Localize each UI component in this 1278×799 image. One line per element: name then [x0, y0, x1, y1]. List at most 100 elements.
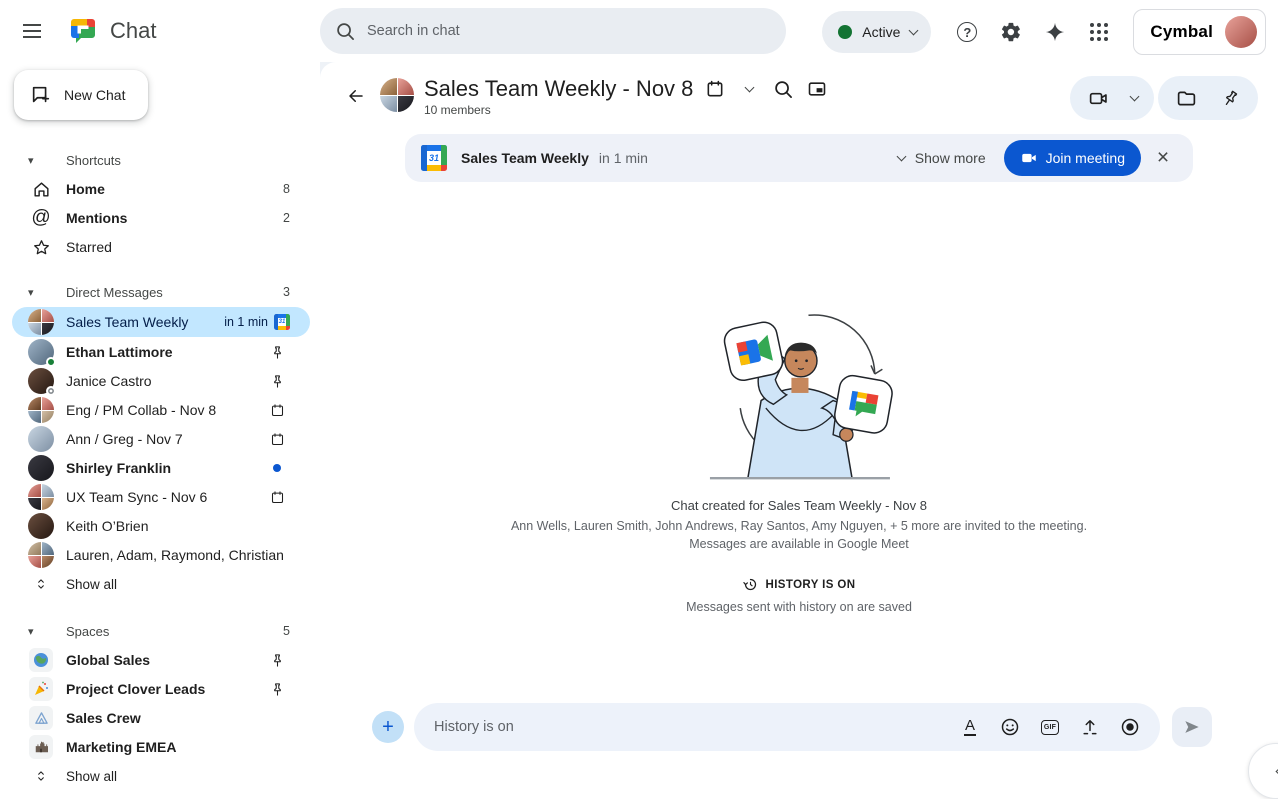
status-selector[interactable]: Active — [822, 11, 931, 53]
group-avatar — [28, 397, 54, 423]
chat-header: Sales Team Weekly - Nov 8 10 members — [320, 62, 1278, 128]
google-chat-logo-icon — [68, 16, 98, 46]
search-input[interactable] — [367, 23, 770, 39]
gif-button[interactable]: GIF — [1034, 711, 1066, 743]
dm-item-ethan-lattimore[interactable]: Ethan Lattimore — [12, 338, 310, 366]
space-item-project-clover-leads[interactable]: Project Clover Leads — [12, 675, 310, 703]
item-label: Lauren, Adam, Raymond, Christian — [66, 547, 290, 563]
format-text-button[interactable]: A — [954, 711, 986, 743]
google-apps-button[interactable] — [1079, 12, 1119, 52]
dismiss-banner-button[interactable]: × — [1143, 138, 1183, 178]
history-status: HISTORY IS ON — [743, 577, 856, 592]
chat-group-avatar — [380, 78, 414, 112]
pinned-messages-button[interactable] — [1208, 76, 1252, 120]
calendar-icon — [264, 490, 290, 505]
item-label: Ann / Greg - Nov 7 — [66, 431, 264, 447]
item-label: Mentions — [66, 210, 283, 226]
calendar-event-icon: 31 — [274, 314, 290, 330]
help-icon: ? — [957, 22, 977, 42]
section-label: Spaces — [66, 624, 283, 639]
dm-show-all[interactable]: Show all — [12, 570, 310, 598]
show-more-button[interactable]: Show more — [898, 150, 986, 166]
top-app-bar: Chat Active ? Cymbal — [0, 0, 1278, 62]
main-menu-icon[interactable] — [8, 7, 56, 55]
item-label: Shirley Franklin — [66, 460, 264, 476]
invited-members-text: Ann Wells, Lauren Smith, John Andrews, R… — [511, 519, 1087, 533]
dm-item-ann-greg[interactable]: Ann / Greg - Nov 7 — [12, 425, 310, 453]
dm-item-shirley-franklin[interactable]: Shirley Franklin — [12, 454, 310, 482]
section-shortcuts[interactable]: ▾ Shortcuts — [12, 146, 310, 174]
sidebar-item-mentions[interactable]: @ Mentions 2 — [12, 204, 310, 232]
new-chat-button[interactable]: New Chat — [14, 70, 148, 120]
chevron-down-icon — [909, 26, 919, 36]
settings-button[interactable] — [991, 12, 1031, 52]
emoji-button[interactable] — [994, 711, 1026, 743]
sidebar-item-home[interactable]: Home 8 — [12, 175, 310, 203]
item-label: Sales Crew — [66, 710, 290, 726]
dm-item-keith-obrien[interactable]: Keith O’Brien — [12, 512, 310, 540]
section-count: 3 — [283, 285, 290, 299]
dm-item-eng-pm-collab[interactable]: Eng / PM Collab - Nov 8 — [12, 396, 310, 424]
meeting-banner: 31 Sales Team Weekly in 1 min Show more … — [405, 134, 1193, 182]
video-call-options-button[interactable] — [1120, 76, 1148, 120]
videocam-icon — [1020, 149, 1038, 167]
chat-logo: Chat — [68, 16, 156, 46]
gear-icon — [1000, 21, 1022, 43]
section-direct-messages[interactable]: ▾ Direct Messages 3 — [12, 278, 310, 306]
meeting-time: in 1 min — [224, 315, 268, 329]
upload-icon — [1080, 717, 1100, 737]
message-input-container[interactable]: A GIF — [414, 703, 1160, 751]
avatar — [28, 513, 54, 539]
dm-item-ux-team-sync[interactable]: UX Team Sync - Nov 6 — [12, 483, 310, 511]
sparkle-icon — [1044, 21, 1066, 43]
spaces-show-all[interactable]: Show all — [12, 762, 310, 790]
send-button[interactable] — [1172, 707, 1212, 747]
upload-file-button[interactable] — [1074, 711, 1106, 743]
item-label: Home — [66, 181, 283, 197]
header-actions — [1070, 76, 1258, 120]
chevron-down-icon — [744, 83, 754, 93]
dm-item-janice-castro[interactable]: Janice Castro — [12, 367, 310, 395]
open-in-pip-button[interactable] — [805, 77, 829, 101]
calendar-icon[interactable] — [703, 77, 727, 101]
show-more-label: Show more — [915, 150, 986, 166]
search-bar[interactable] — [320, 8, 786, 54]
space-item-marketing-emea[interactable]: Marketing EMEA — [12, 733, 310, 761]
google-calendar-icon: 31 — [421, 145, 447, 171]
show-all-label: Show all — [66, 769, 290, 784]
dm-item-sales-team-weekly[interactable]: Sales Team Weekly in 1 min 31 — [12, 307, 310, 337]
record-video-button[interactable] — [1114, 711, 1146, 743]
gemini-button[interactable] — [1035, 12, 1075, 52]
chevron-down-icon — [896, 152, 906, 162]
banner-meeting-time: in 1 min — [599, 150, 898, 166]
add-content-button[interactable]: + — [372, 711, 404, 743]
message-input[interactable] — [434, 719, 954, 735]
mentions-icon: @ — [28, 207, 54, 229]
shared-files-button[interactable] — [1164, 76, 1208, 120]
account-button[interactable]: Cymbal — [1133, 9, 1266, 55]
search-in-chat-button[interactable] — [771, 77, 795, 101]
tools-pill — [1158, 76, 1258, 120]
apps-grid-icon — [1090, 23, 1108, 41]
compose-toolbar: A GIF — [954, 711, 1146, 743]
sidebar-item-starred[interactable]: Starred — [12, 233, 310, 261]
chat-panel: Sales Team Weekly - Nov 8 10 members — [320, 62, 1278, 799]
chat-title-menu[interactable] — [737, 77, 761, 101]
item-label: Janice Castro — [66, 373, 264, 389]
item-label: Project Clover Leads — [66, 681, 264, 697]
section-spaces[interactable]: ▾ Spaces 5 — [12, 617, 310, 645]
unread-count: 2 — [283, 211, 290, 225]
unfold-more-icon — [28, 768, 54, 784]
join-meeting-button[interactable]: Join meeting — [1004, 140, 1141, 176]
chat-title: Sales Team Weekly - Nov 8 — [424, 76, 693, 102]
empty-state-illustration — [694, 302, 904, 482]
space-item-global-sales[interactable]: Global Sales — [12, 646, 310, 674]
start-video-call-button[interactable] — [1076, 76, 1120, 120]
chat-created-text: Chat created for Sales Team Weekly - Nov… — [671, 498, 927, 513]
back-button[interactable] — [336, 76, 376, 116]
item-label: Ethan Lattimore — [66, 344, 264, 360]
dm-item-lauren-adam-raymond-christian[interactable]: Lauren, Adam, Raymond, Christian — [12, 541, 310, 569]
space-item-sales-crew[interactable]: Sales Crew — [12, 704, 310, 732]
help-button[interactable]: ? — [947, 12, 987, 52]
back-arrow-icon — [346, 87, 366, 105]
